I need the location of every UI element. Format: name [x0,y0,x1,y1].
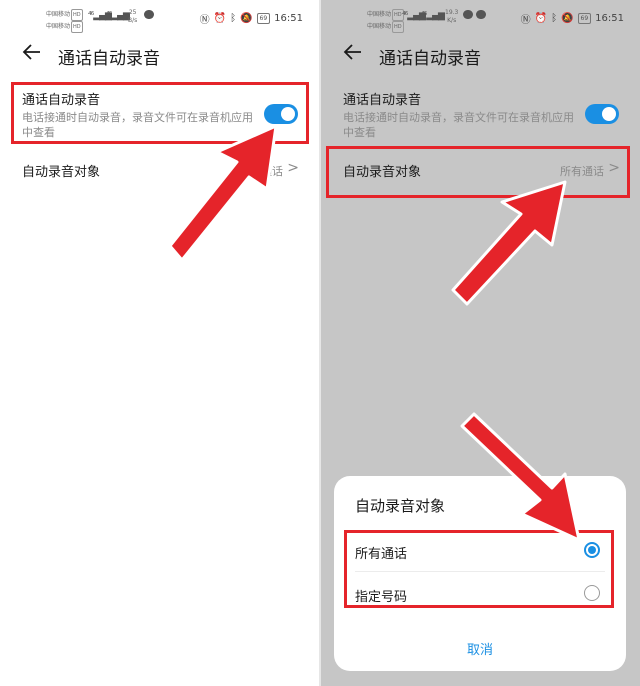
left-screen: 中国移动 HD 中国移动 HD ⁴⁶▂▄▆ ⁴⁶▂▄▆ 25 B/s Ⓝ ⏰ ᛒ 🔕… [0,0,319,686]
dialog-title: 自动录音对象 [355,497,446,515]
carrier-2: 中国移动 [46,23,71,30]
record-target-value[interactable]: 所有通话 [239,163,283,179]
carrier-1: 中国移动 [367,11,392,18]
bluetooth-icon: ᛒ [551,13,558,24]
vpn-icon [463,10,473,19]
alarm-icon: ⏰ [534,13,548,24]
battery-icon: 69 [256,13,271,24]
page-title: 通话自动录音 [379,49,481,69]
bluetooth-icon: ᛒ [230,13,237,24]
back-arrow-icon[interactable] [20,40,44,64]
alarm-icon: ⏰ [213,13,227,24]
right-screen: 中国移动 HD 中国移动 HD ⁴⁶▂▄▆ ⁴⁶▂▄▆ 19.3 K/s Ⓝ ⏰ ᛒ… [321,0,640,686]
highlight-box [344,530,614,608]
clock: 16:51 [595,13,624,24]
mute-icon: 🔕 [561,13,574,24]
app-header: 通话自动录音 [321,38,640,74]
app-header: 通话自动录音 [0,38,319,74]
status-bar: 中国移动 HD 中国移动 HD ⁴⁶▂▄▆ ⁴⁶▂▄▆ 25 B/s Ⓝ ⏰ ᛒ 🔕… [0,0,319,36]
page-title: 通话自动录音 [58,49,160,69]
carrier-2: 中国移动 [367,23,392,30]
nfc-icon: Ⓝ [199,15,210,26]
carrier-info: 中国移动 HD 中国移动 HD [46,9,83,33]
status-right: Ⓝ ⏰ ᛒ 🔕 69 16:51 [200,11,303,26]
back-arrow-icon[interactable] [341,40,365,64]
network-speed: 25 B/s [128,9,138,24]
status-right: Ⓝ ⏰ ᛒ 🔕 69 16:51 [521,11,624,26]
record-target-dialog: 自动录音对象 所有通话 指定号码 取消 [334,476,626,671]
message-icon [476,10,486,19]
highlight-box [11,82,309,144]
toggle-knob [602,107,616,121]
carrier-1: 中国移动 [46,11,71,18]
hd-badge: HD [71,9,83,21]
auto-record-title: 通话自动录音 [343,93,422,108]
network-speed: 19.3 K/s [445,9,459,24]
mute-icon: 🔕 [240,13,253,24]
status-bar: 中国移动 HD 中国移动 HD ⁴⁶▂▄▆ ⁴⁶▂▄▆ 19.3 K/s Ⓝ ⏰ ᛒ… [321,0,640,36]
battery-icon: 69 [577,13,592,24]
cancel-button[interactable]: 取消 [334,639,626,658]
record-target-label[interactable]: 自动录音对象 [22,161,100,180]
chevron-right-icon[interactable]: > [287,160,299,176]
hd-badge: HD [392,21,404,33]
carrier-info: 中国移动 HD 中国移动 HD [367,9,404,33]
hd-badge: HD [71,21,83,33]
auto-record-description: 电话接通时自动录音，录音文件可在录音机应用中查看 [343,111,574,139]
highlight-box [326,146,630,198]
clock: 16:51 [274,13,303,24]
auto-record-toggle[interactable] [585,104,619,124]
signal-icon: ⁴⁶▂▄▆ [421,11,445,21]
signal-icon: ⁴⁶▂▄▆ [106,11,130,21]
nfc-icon: Ⓝ [520,15,531,26]
message-icon [144,10,154,19]
